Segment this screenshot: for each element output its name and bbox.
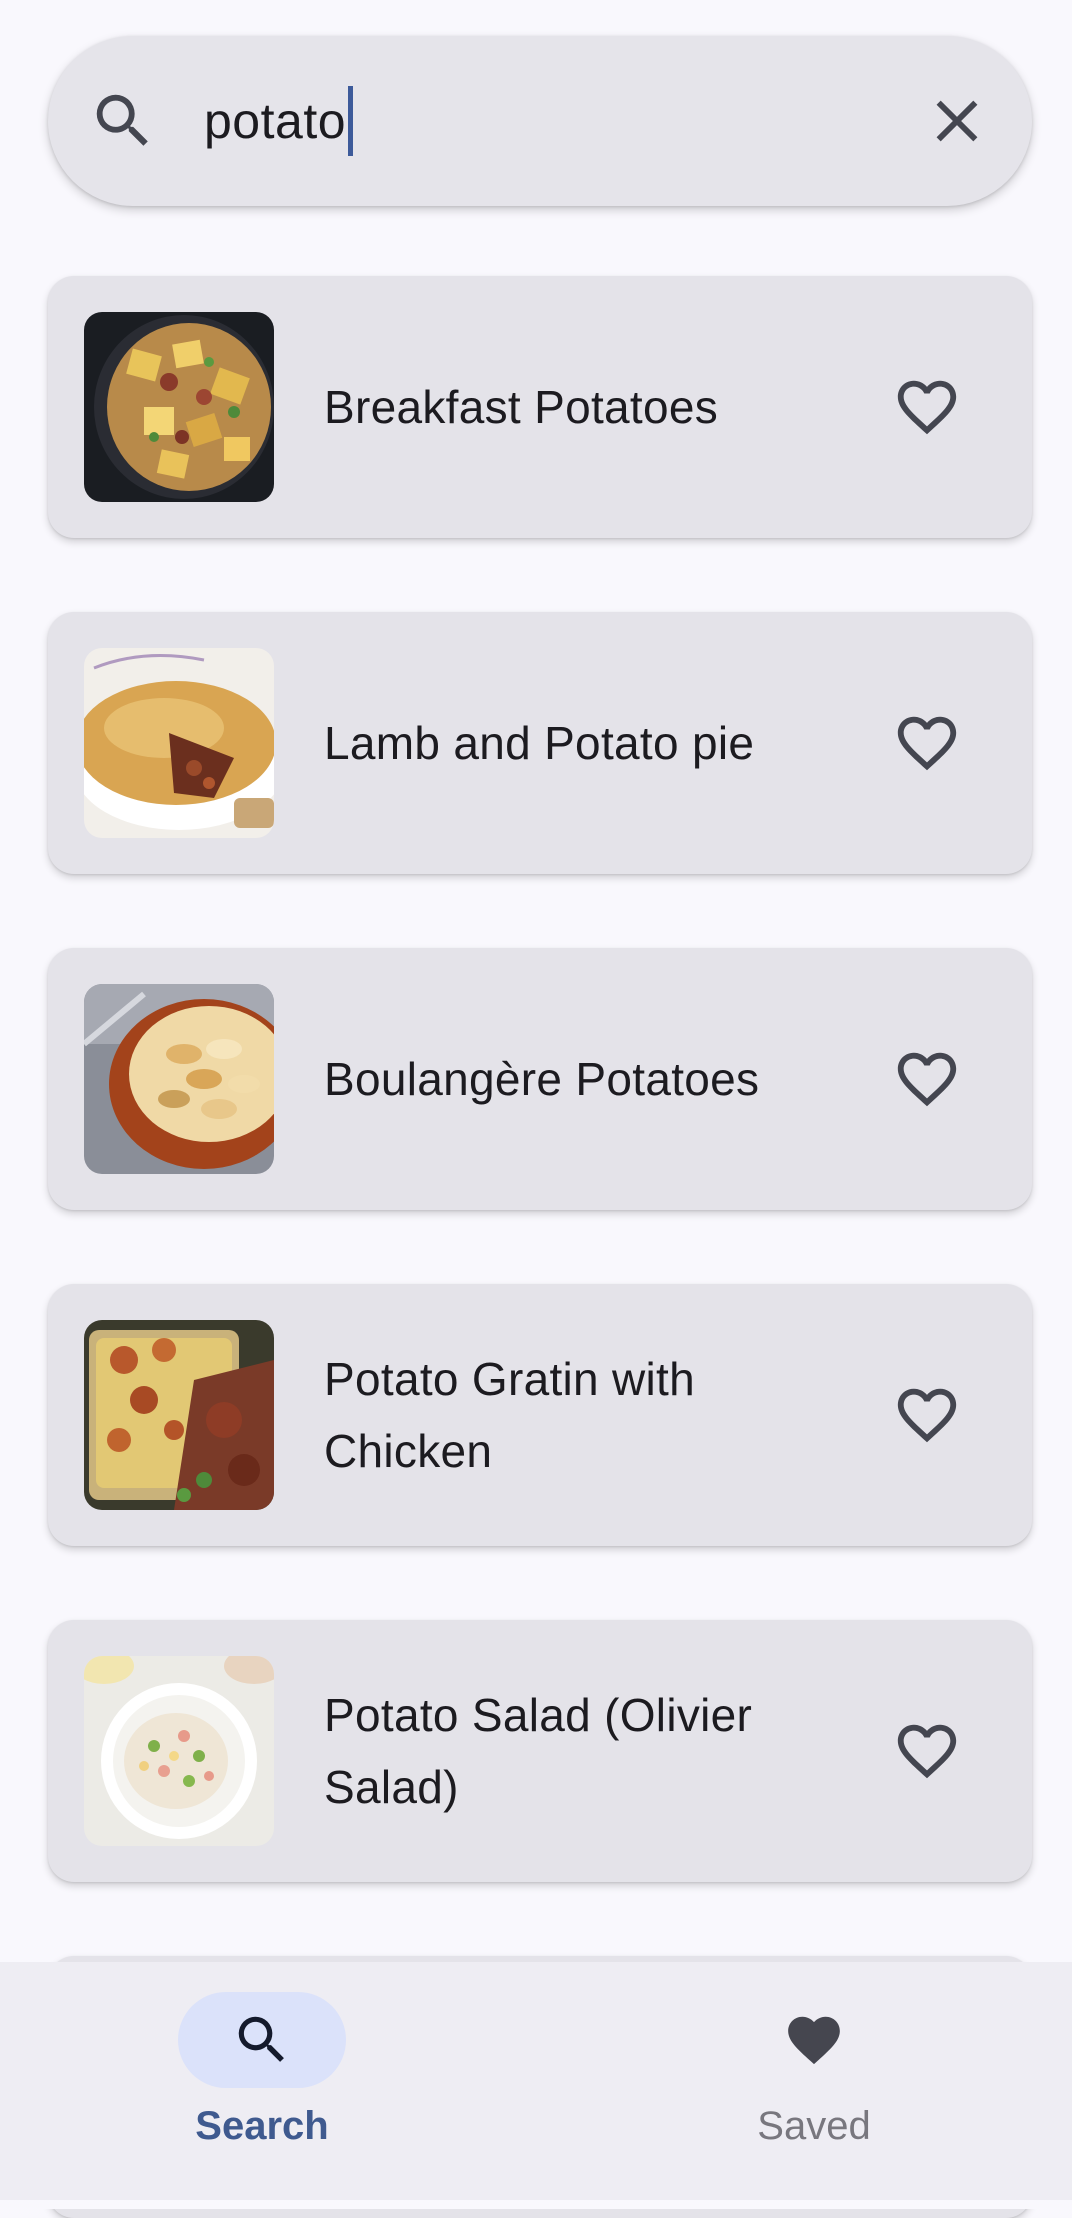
recipe-image bbox=[84, 1656, 274, 1846]
nav-search-label: Search bbox=[195, 2104, 329, 2148]
recipe-image bbox=[84, 1320, 274, 1510]
nav-saved-label: Saved bbox=[757, 2104, 871, 2148]
bottom-navigation: Search Saved bbox=[0, 1962, 1072, 2209]
favorite-heart-icon[interactable] bbox=[892, 1044, 962, 1114]
recipe-image bbox=[84, 984, 274, 1174]
recipe-title: Potato Salad (Olivier Salad) bbox=[324, 1689, 753, 1813]
recipe-title: Breakfast Potatoes bbox=[324, 381, 719, 433]
favorite-heart-icon[interactable] bbox=[892, 1380, 962, 1450]
recipe-card[interactable]: Potato Salad (Olivier Salad) bbox=[48, 1620, 1032, 1882]
recipe-card[interactable]: Breakfast Potatoes bbox=[48, 276, 1032, 538]
recipe-title: Boulangère Potatoes bbox=[324, 1053, 760, 1105]
close-icon[interactable] bbox=[922, 86, 992, 156]
recipe-card[interactable]: Lamb and Potato pie bbox=[48, 612, 1032, 874]
search-icon bbox=[238, 2016, 284, 2062]
recipe-card[interactable]: Potato Gratin with Chicken bbox=[48, 1284, 1032, 1546]
gesture-bar-area bbox=[0, 2200, 1072, 2209]
nav-saved-indicator bbox=[730, 1992, 898, 2088]
nav-search-indicator bbox=[178, 1992, 346, 2088]
search-query-text: potato bbox=[204, 93, 347, 149]
search-input[interactable]: potato bbox=[204, 86, 354, 156]
favorite-heart-icon[interactable] bbox=[892, 1716, 962, 1786]
search-icon bbox=[88, 86, 158, 156]
recipe-image bbox=[84, 648, 274, 838]
recipe-card[interactable]: Boulangère Potatoes bbox=[48, 948, 1032, 1210]
search-bar[interactable]: potato bbox=[48, 36, 1032, 206]
nav-item-saved[interactable]: Saved bbox=[664, 1992, 964, 2150]
heart-filled-icon bbox=[788, 2016, 840, 2065]
text-cursor bbox=[348, 86, 354, 156]
nav-item-search[interactable]: Search bbox=[112, 1992, 412, 2150]
recipe-title: Lamb and Potato pie bbox=[324, 717, 755, 769]
favorite-heart-icon[interactable] bbox=[892, 372, 962, 442]
recipe-title: Potato Gratin with Chicken bbox=[324, 1353, 696, 1477]
recipe-image bbox=[84, 312, 274, 502]
favorite-heart-icon[interactable] bbox=[892, 708, 962, 778]
